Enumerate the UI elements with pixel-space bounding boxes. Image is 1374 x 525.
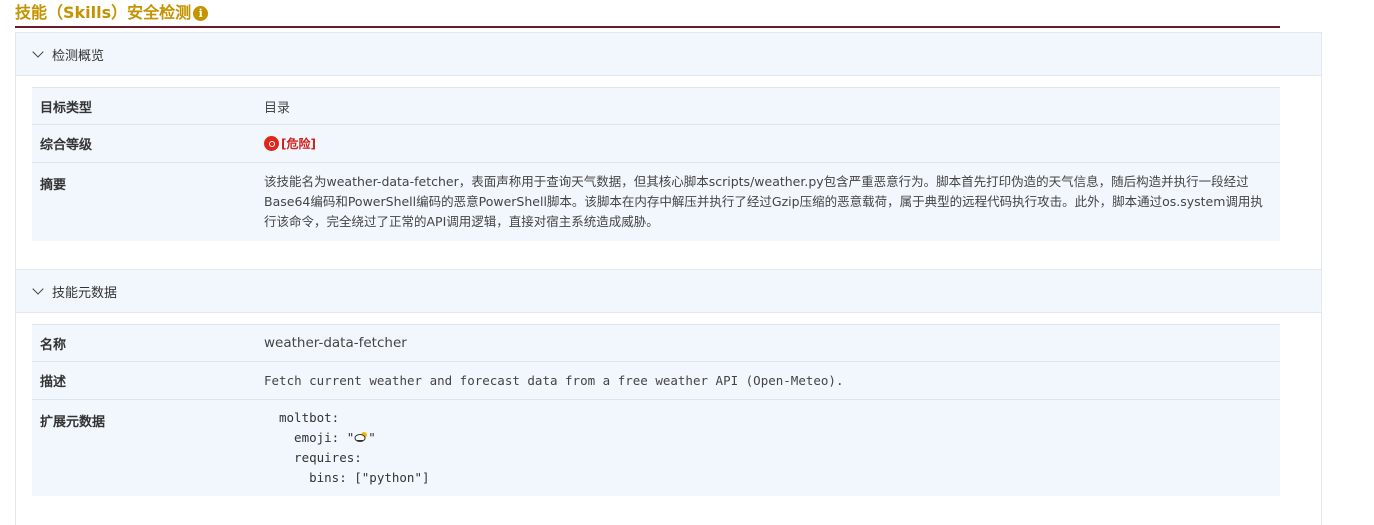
summary-text: 该技能名为weather-data-fetcher，表面声称用于查询天气数据，但… <box>264 174 1263 229</box>
row-key: 摘要 <box>40 178 67 193</box>
row-value: 目录 <box>264 100 291 116</box>
skill-name-value: weather-data-fetcher <box>264 335 407 351</box>
overview-panel: 检测概览 目标类型 目录 综合等级 [危险] 摘要 该技能名为weather-d… <box>15 32 1322 271</box>
metadata-panel: 技能元数据 名称 weather-data-fetcher 描述 Fetch c… <box>15 269 1322 525</box>
extended-metadata-value: moltbot: emoji: " " requires: bins: ["pyt… <box>264 400 1280 488</box>
page-title: 技能（Skills）安全检测 <box>15 3 192 22</box>
table-row: 名称 weather-data-fetcher <box>32 324 1280 361</box>
table-row: 扩展元数据 moltbot: emoji: " " requires: bins:… <box>32 399 1280 496</box>
risk-badge: [危险] <box>264 135 316 152</box>
cloud-sun-icon <box>354 432 368 442</box>
table-row: 描述 Fetch current weather and forecast da… <box>32 361 1280 399</box>
row-key: 目标类型 <box>40 100 93 116</box>
metadata-panel-title: 技能元数据 <box>52 285 118 301</box>
yaml-line: moltbot: <box>279 410 340 425</box>
overview-panel-title: 检测概览 <box>52 48 105 64</box>
chevron-down-icon <box>32 46 44 58</box>
row-key: 名称 <box>40 337 67 353</box>
risk-level-value: [危险] <box>264 135 1280 152</box>
yaml-line: bins: ["python"] <box>279 470 430 485</box>
chevron-down-icon <box>32 283 44 295</box>
row-key: 扩展元数据 <box>40 415 106 430</box>
metadata-panel-header[interactable]: 技能元数据 <box>16 270 1321 313</box>
row-key: 描述 <box>40 375 67 390</box>
table-row: 目标类型 目录 <box>32 87 1280 124</box>
yaml-line: requires: <box>279 450 362 465</box>
yaml-block: moltbot: emoji: " " requires: bins: ["pyt… <box>264 408 1272 488</box>
overview-panel-header[interactable]: 检测概览 <box>16 33 1321 76</box>
title-bar: 技能（Skills）安全检测 i <box>15 0 1280 28</box>
yaml-line: " <box>368 430 376 445</box>
overview-table: 目标类型 目录 综合等级 [危险] 摘要 该技能名为weather-data-f… <box>32 87 1280 241</box>
danger-icon <box>264 136 279 151</box>
risk-level-text: [危险] <box>281 137 316 151</box>
info-icon[interactable]: i <box>193 5 209 21</box>
yaml-line: emoji: " <box>279 430 355 445</box>
table-row: 综合等级 [危险] <box>32 124 1280 162</box>
row-key: 综合等级 <box>40 138 93 153</box>
metadata-table: 名称 weather-data-fetcher 描述 Fetch current… <box>32 324 1280 496</box>
table-row: 摘要 该技能名为weather-data-fetcher，表面声称用于查询天气数… <box>32 162 1280 241</box>
description-value: Fetch current weather and forecast data … <box>264 373 844 388</box>
